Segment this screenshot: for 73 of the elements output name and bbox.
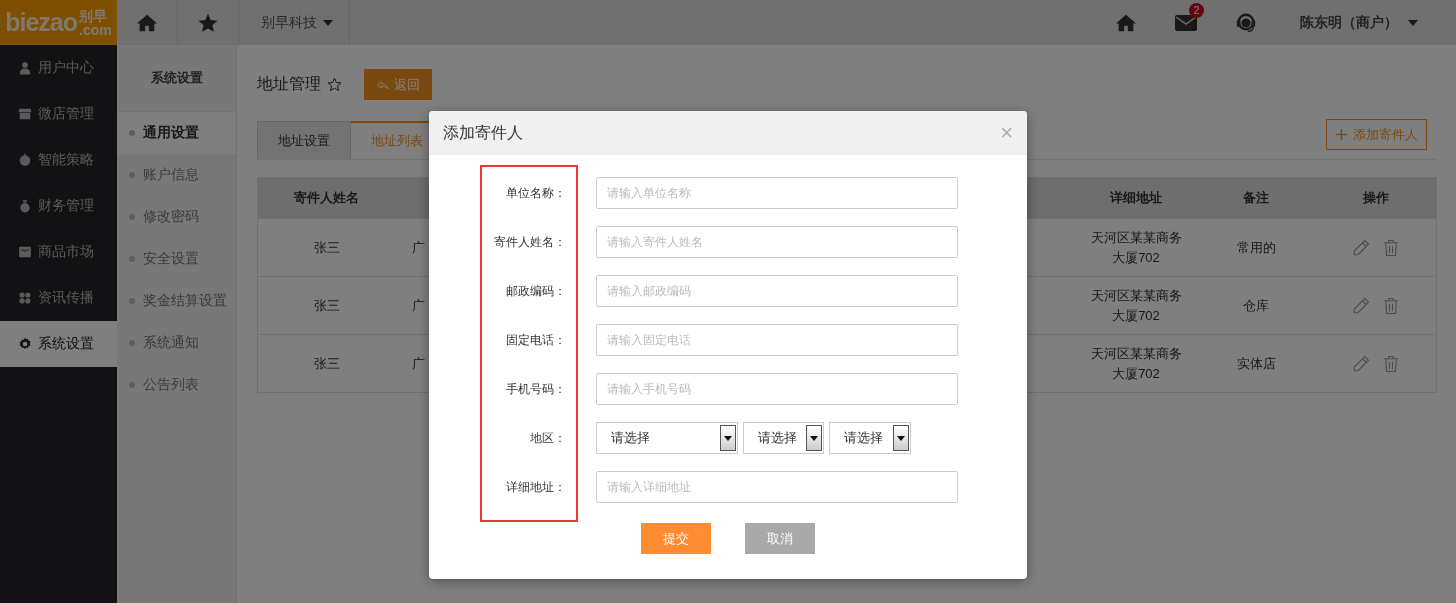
input-field[interactable]: 请输入固定电话 [596,324,958,356]
table-cell: 仓库 [1196,276,1316,334]
field-label: 地区： [529,429,566,447]
reply-arrow-icon [376,78,390,91]
dropdown-arrow-icon [810,435,818,441]
table-cell: 天河区某某商务大厦702 [1076,218,1196,276]
box-icon [18,245,32,259]
table-cell: 张三 [258,218,395,276]
column-header: 详细地址 [1076,178,1196,218]
field-label: 寄件人姓名： [493,233,566,251]
trash-icon[interactable] [1382,354,1400,373]
table-cell: 实体店 [1196,334,1316,392]
tab[interactable]: 地址设置 [257,121,351,159]
sidebar-item[interactable]: 系统设置 [0,321,117,367]
field-label: 详细地址： [505,478,566,496]
dropdown-arrow-icon [897,435,905,441]
back-button[interactable]: 返回 [364,69,432,100]
input-field[interactable]: 请输入详细地址 [596,471,958,503]
pencil-icon[interactable] [1352,296,1370,315]
pencil-icon[interactable] [1352,238,1370,257]
caret-icon [323,19,333,26]
field-label: 邮政编码： [505,282,566,300]
subnav-item[interactable]: 通用设置 [117,112,236,154]
dropdown-arrow-icon [724,435,732,441]
subnav-item[interactable]: 系统通知 [117,322,236,364]
table-cell: 天河区某某商务大厦702 [1076,276,1196,334]
store-icon [18,107,32,121]
sidebar-item[interactable]: 微店管理 [0,91,117,137]
table-cell: 常用的 [1196,218,1316,276]
pencil-icon[interactable] [1352,354,1370,373]
table-cell: 张三 [258,276,395,334]
cancel-button[interactable]: 取消 [745,523,815,554]
column-header: 备注 [1196,178,1316,218]
subnav-item[interactable]: 账户信息 [117,154,236,196]
sidebar-item[interactable]: 商品市场 [0,229,117,275]
column-header: 寄件人姓名 [258,178,395,218]
select-field[interactable]: 请选择 [743,422,824,454]
subnav-item[interactable]: 奖金结算设置 [117,280,236,322]
submit-button[interactable]: 提交 [641,523,711,554]
sidebar-item[interactable]: 资讯传播 [0,275,117,321]
field-label: 单位名称： [505,184,566,202]
dialog-title: 添加寄件人 [443,122,523,143]
table-cell: 天河区某某商务大厦702 [1076,334,1196,392]
bag-icon [18,199,32,213]
select-field[interactable]: 请选择 [829,422,911,454]
headset-icon[interactable] [1235,11,1257,34]
gear-icon [18,337,32,351]
user-icon [18,61,32,75]
notification-badge: 2 [1189,3,1204,18]
close-button[interactable]: × [1000,120,1013,146]
sidebar-item[interactable]: 财务管理 [0,183,117,229]
table-cell: 张三 [258,334,395,392]
add-sender-button[interactable]: 添加寄件人 [1326,119,1427,150]
trash-icon[interactable] [1382,238,1400,257]
subnav-item[interactable]: 安全设置 [117,238,236,280]
grid-icon [18,291,32,305]
subnav-item[interactable]: 公告列表 [117,364,236,406]
sidebar-item[interactable]: 用户中心 [0,45,117,91]
subnav-item[interactable]: 修改密码 [117,196,236,238]
sidebar-item[interactable]: 智能策略 [0,137,117,183]
input-field[interactable]: 请输入手机号码 [596,373,958,405]
trash-icon[interactable] [1382,296,1400,315]
field-label: 固定电话： [505,331,566,349]
select-field[interactable]: 请选择 [596,422,738,454]
caret-icon [1408,19,1418,26]
column-header: 操作 [1316,178,1436,218]
input-field[interactable]: 请输入寄件人姓名 [596,226,958,258]
user-menu[interactable]: 陈东明（商户） [1276,0,1456,45]
page-title: 地址管理 [257,74,321,94]
input-field[interactable]: 请输入邮政编码 [596,275,958,307]
star-outline-icon[interactable] [327,77,342,92]
plus-icon [1335,128,1348,141]
input-field[interactable]: 请输入单位名称 [596,177,958,209]
